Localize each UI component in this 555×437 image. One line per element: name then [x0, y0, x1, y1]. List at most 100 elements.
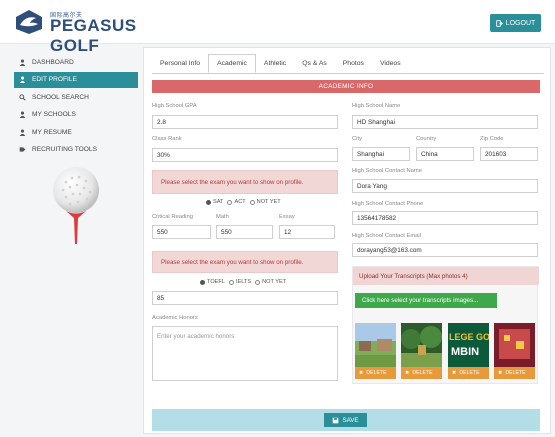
sidebar-item-edit-profile[interactable]: EDIT PROFILE [14, 71, 138, 88]
radio-toefl[interactable]: TOEFL [200, 279, 225, 285]
class-rank-field[interactable]: 30% [152, 148, 338, 162]
tab-athletic[interactable]: Athletic [256, 54, 294, 73]
delete-transcript-2-button[interactable]: ✖ DELETE [401, 367, 442, 379]
contact-email-label: High School Contact Email [352, 233, 421, 239]
radio-dot [206, 199, 211, 205]
school-name-field[interactable]: HD Shanghai [352, 115, 538, 129]
contact-name-field[interactable]: Dora Yang [352, 179, 538, 193]
sidebar-nav: DASHBOARD EDIT PROFILE SCHOOL SEARCH MY … [14, 54, 138, 160]
gpa-label: High School GPA [152, 103, 197, 109]
radio-ielts[interactable]: IELTS [228, 279, 252, 285]
delete-icon: ✖ [452, 370, 457, 376]
sidebar-item-label: MY SCHOOLS [32, 111, 76, 119]
essay-label: Essay [279, 214, 295, 220]
profile-panel: Personal Info Academic Athletic Qs & As … [143, 47, 551, 434]
sidebar-item-school-search[interactable]: SCHOOL SEARCH [14, 89, 138, 105]
tab-qs-and-as[interactable]: Qs & As [294, 54, 335, 73]
sidebar-item-my-schools[interactable]: MY SCHOOLS [14, 107, 138, 123]
zip-code-field[interactable]: 201603 [480, 147, 538, 161]
country-field[interactable]: China [416, 147, 474, 161]
delete-icon: ✖ [498, 370, 503, 376]
logo-word-pegasus: PEGASUS [50, 16, 137, 35]
tab-videos[interactable]: Videos [372, 54, 409, 73]
save-button[interactable]: SAVE [324, 413, 367, 427]
thumbnail-text-2: MBIN [451, 346, 479, 358]
radio-not-yet-1[interactable]: NOT YET [249, 199, 281, 205]
transcript-thumbnail-4[interactable] [494, 323, 535, 367]
gpa-field[interactable]: 2.8 [152, 115, 338, 129]
save-label: SAVE [342, 416, 359, 424]
radio-dot [249, 199, 255, 205]
app-header: 国际高尔夫 PEGASUS GOLF LOGOUT [0, 0, 555, 55]
user-edit-icon [19, 76, 26, 84]
sidebar-item-label: RECRUITING TOOLS [32, 146, 97, 154]
sidebar-item-dashboard[interactable]: DASHBOARD [14, 54, 138, 70]
tabs-divider [152, 73, 544, 74]
select-transcripts-button[interactable]: Click here select your transcripts image… [355, 293, 497, 308]
contact-name-label: High School Contact Name [352, 168, 422, 174]
radio-not-yet-2[interactable]: NOT YET [255, 279, 286, 285]
contact-phone-field[interactable]: 13564178582 [352, 211, 538, 225]
user-icon [19, 129, 26, 136]
school-name-label: High School Name [352, 103, 401, 109]
toefl-score-field[interactable]: 85 [152, 291, 338, 305]
city-field[interactable]: Shanghai [352, 147, 410, 161]
radio-label: ACT [234, 199, 246, 205]
save-bar: SAVE [152, 409, 540, 431]
sidebar-item-label: MY RESUME [32, 128, 72, 136]
radio-dot [255, 279, 261, 285]
user-icon [19, 59, 26, 66]
tab-personal-info[interactable]: Personal Info [152, 54, 208, 73]
math-label: Math [216, 214, 229, 220]
sidebar-item-recruiting-tools[interactable]: RECRUITING TOOLS [14, 142, 138, 158]
transcript-thumbnail-1[interactable] [355, 323, 396, 367]
radio-label: TOEFL [207, 279, 225, 285]
delete-transcript-1-button[interactable]: ✖ DELETE [355, 367, 396, 379]
sidebar-item-label: DASHBOARD [32, 58, 74, 66]
academic-honors-label: Academic Honors [152, 315, 198, 321]
save-icon [333, 417, 339, 423]
contact-phone-label: High School Contact Phone [352, 201, 424, 207]
logout-button[interactable]: LOGOUT [490, 14, 541, 32]
radio-dot [227, 199, 233, 205]
tab-photos[interactable]: Photos [335, 54, 372, 73]
tag-icon [19, 147, 26, 153]
exam-notice-1: Please select the exam you want to show … [152, 170, 338, 194]
sidebar-item-my-resume[interactable]: MY RESUME [14, 124, 138, 140]
radio-label: NOT YET [262, 279, 287, 285]
thumbnail-text-1: LEGE GO [449, 332, 489, 342]
delete-label: DELETE [366, 370, 387, 376]
city-label: City [352, 136, 362, 142]
math-field[interactable]: 550 [216, 225, 273, 239]
pegasus-golf-logo[interactable]: 国际高尔夫 PEGASUS GOLF [14, 7, 164, 55]
transcript-thumbnail-3[interactable]: LEGE GO MBIN [448, 323, 489, 367]
delete-icon: ✖ [359, 370, 364, 376]
exam-radio-group-2: TOEFL IELTS NOT YET [200, 279, 286, 285]
profile-tabs: Personal Info Academic Athletic Qs & As … [152, 54, 409, 73]
tab-academic[interactable]: Academic [208, 54, 256, 73]
zip-code-label: Zip Code [480, 136, 504, 142]
radio-dot [228, 279, 234, 285]
delete-transcript-3-button[interactable]: ✖ DELETE [448, 367, 489, 379]
logout-icon [495, 19, 503, 27]
transcripts-upload-panel: Upload Your Transcripts (Max photos 4) C… [352, 266, 539, 384]
contact-email-field[interactable]: dorayang53@163.com [352, 243, 538, 257]
academic-honors-textarea[interactable]: Enter your academic honors [152, 326, 338, 381]
exam-notice-2: Please select the exam you want to show … [152, 251, 338, 273]
search-icon [19, 94, 26, 101]
radio-act[interactable]: ACT [227, 199, 246, 205]
radio-label: IELTS [235, 279, 252, 285]
radio-label: SAT [213, 199, 224, 205]
delete-transcript-4-button[interactable]: ✖ DELETE [494, 367, 535, 379]
sidebar-item-label: SCHOOL SEARCH [32, 93, 89, 101]
radio-sat[interactable]: SAT [206, 199, 223, 205]
transcript-thumbnail-2[interactable] [401, 323, 442, 367]
logout-label: LOGOUT [505, 19, 536, 27]
delete-label: DELETE [505, 370, 526, 376]
essay-field[interactable]: 12 [279, 225, 335, 239]
country-label: Country [416, 136, 437, 142]
critical-reading-field[interactable]: 550 [152, 225, 211, 239]
logo-word-golf: GOLF [50, 36, 100, 55]
delete-label: DELETE [459, 370, 480, 376]
sidebar-item-label: EDIT PROFILE [32, 76, 77, 84]
